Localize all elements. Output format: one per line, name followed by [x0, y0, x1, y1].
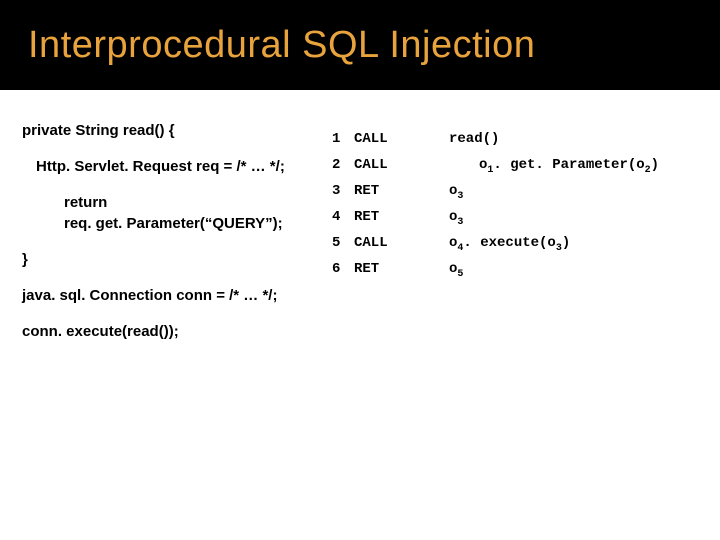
line-number: 2 [332, 152, 354, 178]
trace-arg: o3 [449, 178, 698, 204]
line-number: 5 [332, 230, 354, 256]
line-number: 4 [332, 204, 354, 230]
trace-row: RET o3 [354, 178, 698, 204]
slide-title: Interprocedural SQL Injection [28, 24, 535, 67]
line-number: 6 [332, 256, 354, 282]
code-line: private String read() { [22, 120, 332, 142]
code-line: return [22, 192, 332, 214]
line-number: 1 [332, 126, 354, 152]
trace-arg: read() [449, 126, 698, 152]
trace-row: CALL o4. execute(o3) [354, 230, 698, 256]
code-line: req. get. Parameter(“QUERY”); [22, 213, 332, 235]
trace-arg: o1. get. Parameter(o2) [449, 152, 698, 178]
trace-op: RET [354, 204, 449, 230]
line-number: 3 [332, 178, 354, 204]
trace-arg: o5 [449, 256, 698, 282]
trace-arg: o4. execute(o3) [449, 230, 698, 256]
trace-row: CALL o1. get. Parameter(o2) [354, 152, 698, 178]
line-number-gutter: 1 2 3 4 5 6 [332, 126, 354, 342]
code-line: java. sql. Connection conn = /* … */; [22, 285, 332, 307]
trace-row: CALL read() [354, 126, 698, 152]
source-code-block: private String read() { Http. Servlet. R… [22, 120, 332, 342]
title-bar: Interprocedural SQL Injection [0, 0, 720, 90]
trace-block: 1 2 3 4 5 6 CALL read() CALL o1. get. Pa… [332, 126, 698, 342]
trace-row: RET o5 [354, 256, 698, 282]
code-line: conn. execute(read()); [22, 321, 332, 343]
trace-op: CALL [354, 126, 449, 152]
trace-op: RET [354, 178, 449, 204]
slide-body: private String read() { Http. Servlet. R… [0, 90, 720, 342]
code-line: } [22, 249, 332, 271]
trace-rows: CALL read() CALL o1. get. Parameter(o2) … [354, 126, 698, 342]
trace-op: CALL [354, 152, 449, 178]
trace-row: RET o3 [354, 204, 698, 230]
trace-op: CALL [354, 230, 449, 256]
trace-op: RET [354, 256, 449, 282]
code-line: Http. Servlet. Request req = /* … */; [22, 156, 332, 178]
trace-arg: o3 [449, 204, 698, 230]
